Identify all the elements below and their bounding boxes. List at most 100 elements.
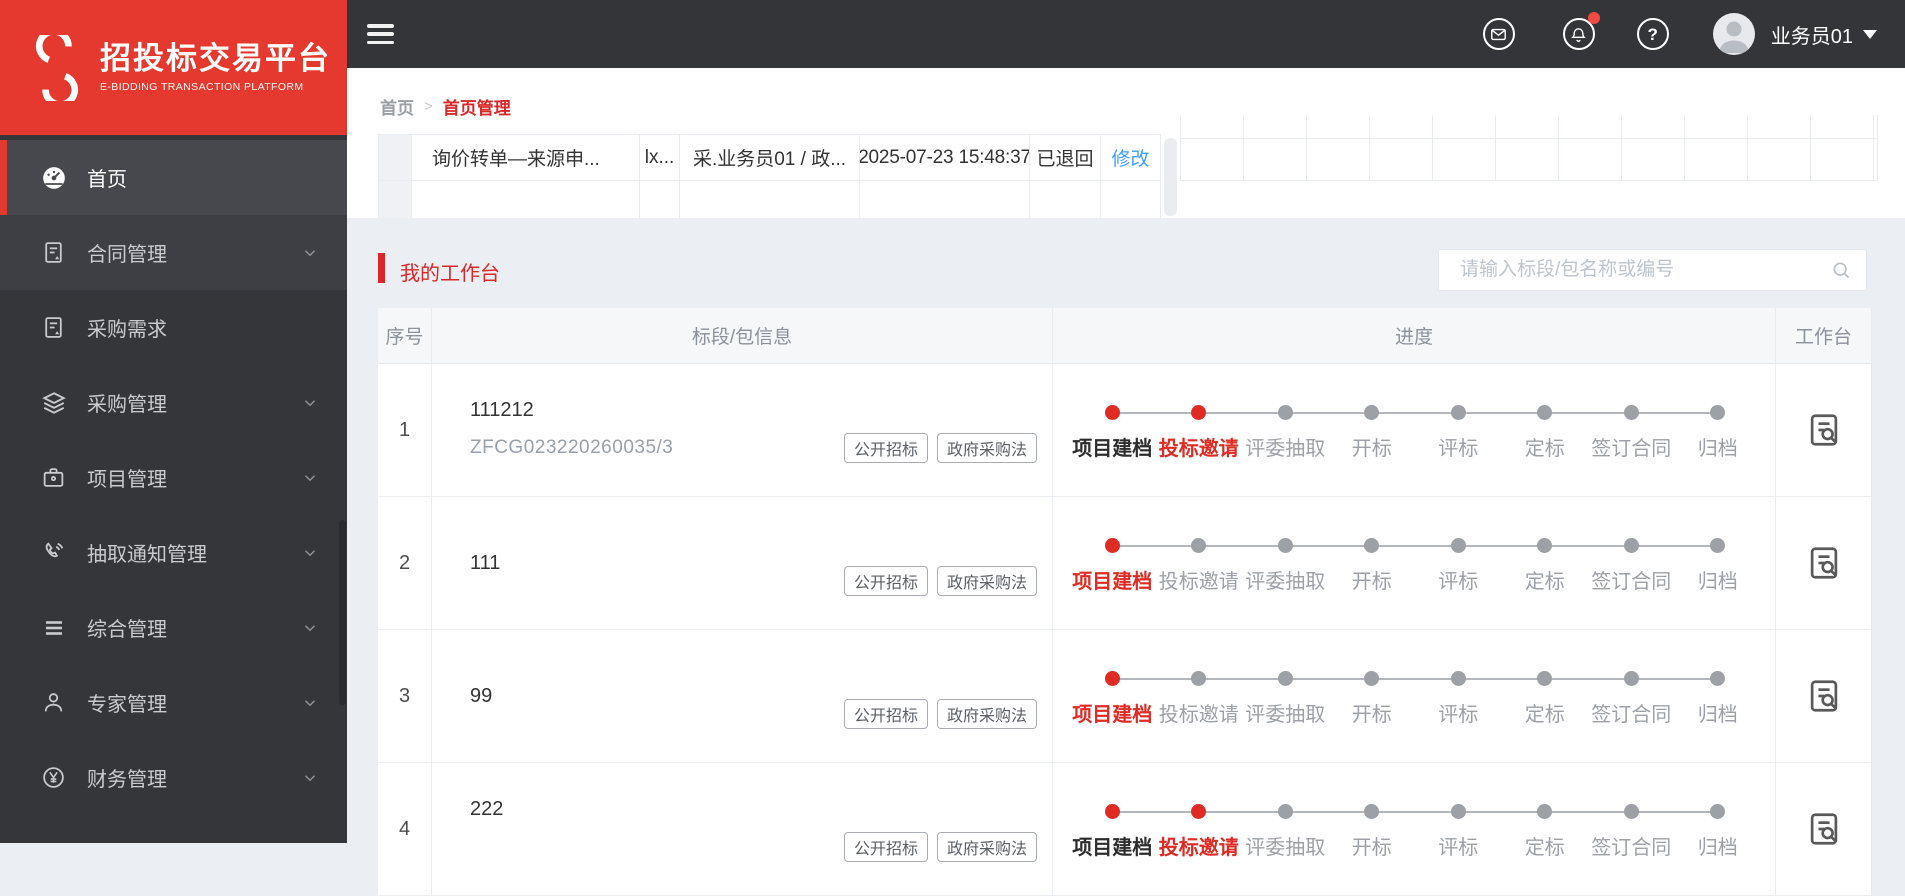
package-info-cell: 111 公开招标 政府采购法	[432, 497, 1053, 629]
chevron-down-icon	[301, 694, 319, 712]
search-icon[interactable]	[1831, 260, 1851, 280]
sidebar-item-label: 项目管理	[87, 469, 167, 491]
topbar: ? 业务员01	[347, 0, 1905, 68]
breadcrumb-home[interactable]: 首页	[380, 94, 414, 119]
expert-person-icon	[40, 689, 67, 716]
open-workbench-icon[interactable]	[1805, 810, 1843, 848]
progress-steps: 项目建档 投标邀请 评委抽取 开标 评标 定标 签订合同 归档	[1069, 798, 1761, 860]
progress-step-label: 评标	[1438, 571, 1479, 593]
help-icon[interactable]: ?	[1636, 18, 1669, 50]
help-glyph: ?	[1647, 24, 1658, 44]
progress-step-label: 定标	[1524, 438, 1565, 460]
demand-doc-icon	[40, 314, 67, 341]
order-name: 询价转单—来源申...	[412, 135, 640, 180]
notification-bell-icon[interactable]	[1562, 12, 1600, 50]
row-seq: 4	[378, 763, 432, 895]
progress-dot	[1364, 671, 1380, 686]
progress-step-label: 开标	[1351, 571, 1392, 593]
progress-steps: 项目建档 投标邀请 评委抽取 开标 评标 定标 签订合同 归档	[1069, 399, 1761, 461]
order-time: 2025-07-23 15:48:37	[860, 135, 1030, 180]
empty-cell	[378, 181, 412, 218]
col-header-progress: 进度	[1053, 308, 1776, 363]
empty-cell	[412, 181, 640, 218]
sidebar-item-extraction-notice-mgmt[interactable]: 抽取通知管理	[0, 515, 347, 590]
tag-list: 公开招标 政府采购法	[843, 832, 1037, 862]
table-scrollbar[interactable]	[1164, 138, 1177, 216]
package-name: 222	[470, 798, 504, 820]
progress-step-label: 签订合同	[1591, 704, 1672, 726]
empty-side-table	[1180, 115, 1878, 181]
chevron-down-icon	[301, 544, 319, 562]
progress-step-label: 评委抽取	[1245, 438, 1326, 460]
package-info-cell: 99 公开招标 政府采购法	[432, 630, 1053, 762]
table-header: 序号 标段/包信息 进度 工作台	[378, 308, 1871, 364]
open-workbench-icon[interactable]	[1805, 677, 1843, 715]
row-seq: 3	[378, 630, 432, 762]
sidebar-item-contract-mgmt[interactable]: 合同管理	[0, 215, 347, 290]
progress-cell: 项目建档 投标邀请 评委抽取 开标 评标 定标 签订合同 归档	[1053, 763, 1776, 895]
sidebar-item-label: 专家管理	[87, 694, 167, 716]
progress-step-label: 投标邀请	[1158, 837, 1239, 859]
sidebar-menu: 首页 合同管理 采购需求 采购管理 项目管理 抽取通知管理 综合管理 专家管理 …	[0, 140, 347, 815]
sidebar-item-procurement-mgmt[interactable]: 采购管理	[0, 365, 347, 440]
contract-doc-icon	[40, 239, 67, 266]
progress-step-label: 评标	[1438, 704, 1479, 726]
empty-cell	[640, 181, 680, 218]
progress-dot	[1710, 405, 1726, 420]
progress-dot	[1537, 405, 1553, 420]
sidebar-item-expert-mgmt[interactable]: 专家管理	[0, 665, 347, 740]
open-workbench-icon[interactable]	[1805, 411, 1843, 449]
brand-logo-icon	[35, 34, 79, 101]
section-title: 我的工作台	[400, 263, 500, 285]
progress-steps: 项目建档 投标邀请 评委抽取 开标 评标 定标 签订合同 归档	[1069, 532, 1761, 594]
progress-step-label: 项目建档	[1072, 571, 1153, 593]
sidebar-item-procurement-demand[interactable]: 采购需求	[0, 290, 347, 365]
row-seq: 1	[378, 364, 432, 496]
workbench-cell	[1776, 497, 1871, 629]
sidebar-item-general-mgmt[interactable]: 综合管理	[0, 590, 347, 665]
dashboard-icon	[40, 164, 67, 191]
open-workbench-icon[interactable]	[1805, 544, 1843, 582]
progress-step-label: 开标	[1351, 438, 1392, 460]
progress-step-label: 归档	[1697, 438, 1738, 460]
caret-down-icon[interactable]	[1863, 29, 1877, 39]
package-type-tag: 政府采购法	[936, 699, 1037, 729]
progress-step-label: 评标	[1438, 837, 1479, 859]
sidebar-item-finance-mgmt[interactable]: 财务管理	[0, 740, 347, 815]
package-name: 111212	[470, 399, 534, 421]
sidebar-item-project-mgmt[interactable]: 项目管理	[0, 440, 347, 515]
sidebar-scrollbar[interactable]	[339, 520, 346, 705]
sidebar-item-label: 财务管理	[87, 769, 167, 791]
message-icon[interactable]	[1482, 18, 1515, 50]
progress-dot	[1364, 405, 1380, 420]
progress-dot	[1104, 804, 1120, 819]
table-row: 1 111212 ZFCG023220260035/3 公开招标 政府采购法 项目建档 投标…	[378, 364, 1871, 497]
avatar[interactable]	[1712, 13, 1755, 55]
hamburger-menu-button[interactable]	[367, 24, 394, 44]
sidebar-item-home[interactable]: 首页	[0, 140, 347, 215]
progress-step-label: 评委抽取	[1245, 571, 1326, 593]
sidebar-item-label: 采购管理	[87, 394, 167, 416]
phone-icon	[40, 539, 67, 566]
progress-dot	[1450, 538, 1466, 553]
package-type-tag: 政府采购法	[936, 433, 1037, 463]
progress-step-label: 定标	[1524, 704, 1565, 726]
progress-dot	[1277, 804, 1293, 819]
sidebar-item-label: 采购需求	[87, 319, 167, 341]
section-marker	[378, 253, 385, 283]
username[interactable]: 业务员01	[1771, 20, 1853, 49]
row-seq: 2	[378, 497, 432, 629]
progress-step-label: 评标	[1438, 438, 1479, 460]
search-input[interactable]	[1458, 258, 1823, 282]
progress-step-label: 定标	[1524, 571, 1565, 593]
table-row: 2 111 公开招标 政府采购法 项目建档 投标邀请 评委抽取 开标 评标 定标 签订合同 归档	[378, 497, 1871, 630]
progress-dot	[1623, 405, 1639, 420]
progress-dot	[1623, 538, 1639, 553]
workbench-cell	[1776, 763, 1871, 895]
sidebar-item-label: 抽取通知管理	[87, 544, 207, 566]
table-body: 1 111212 ZFCG023220260035/3 公开招标 政府采购法 项目建档 投标…	[378, 364, 1871, 896]
progress-cell: 项目建档 投标邀请 评委抽取 开标 评标 定标 签订合同 归档	[1053, 630, 1776, 762]
progress-step-label: 定标	[1524, 837, 1565, 859]
empty-cell	[680, 181, 860, 218]
modify-link[interactable]: 修改	[1101, 135, 1161, 180]
